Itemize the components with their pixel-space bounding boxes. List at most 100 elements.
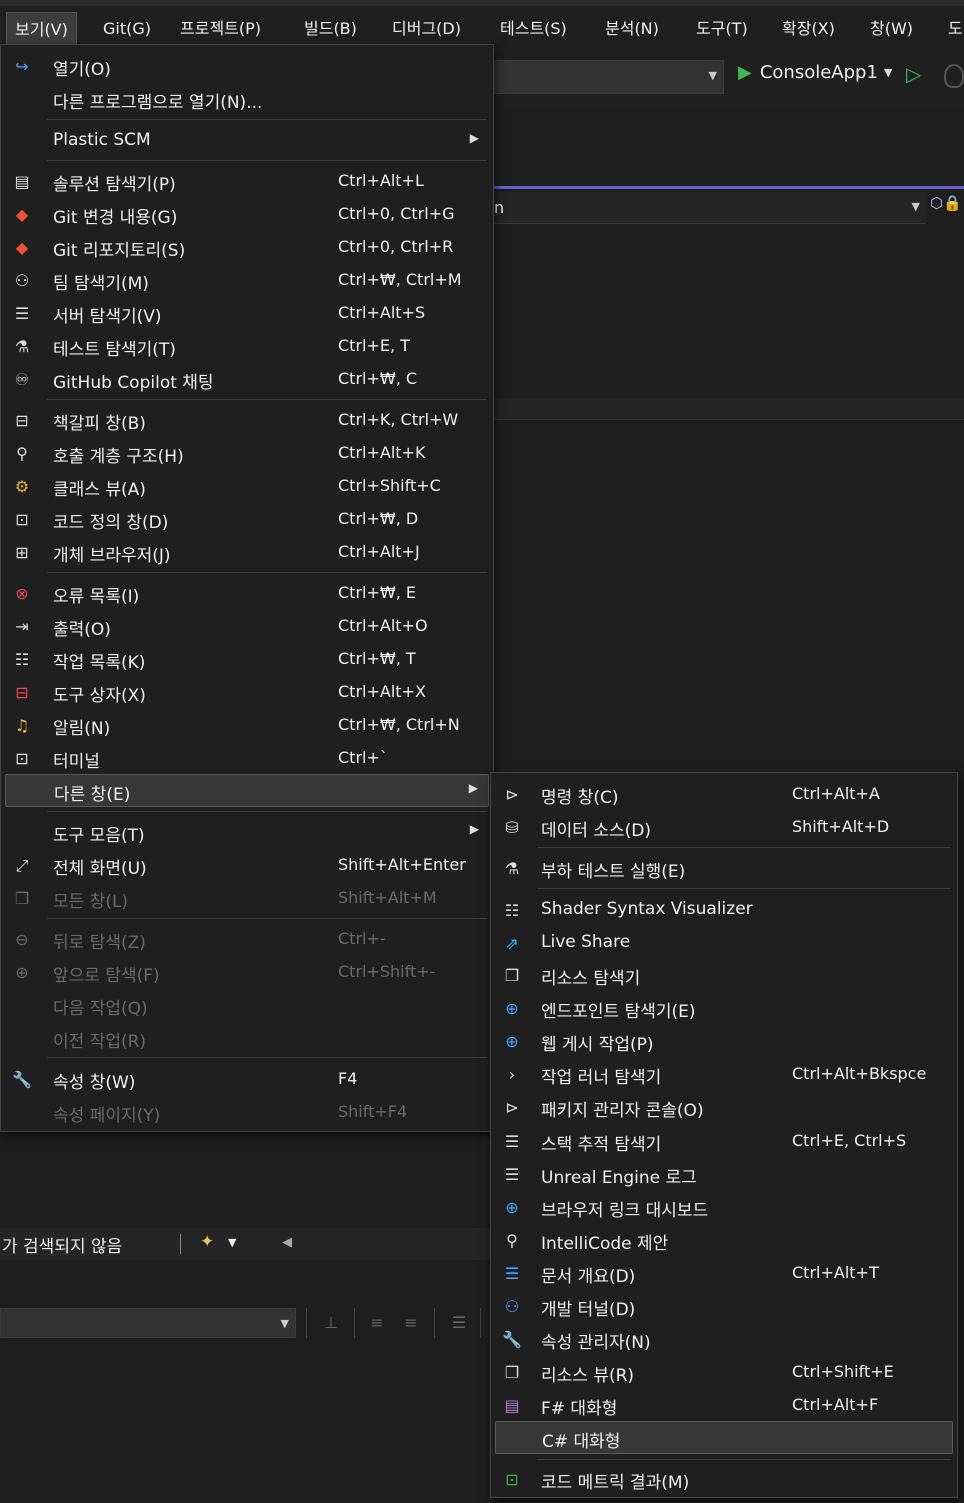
menu-item-terminal[interactable]: ⊡ 터미널 Ctrl+` (5, 742, 489, 775)
menu-item-task-list[interactable]: ☷ 작업 목록(K) Ctrl+₩, T (5, 643, 489, 676)
submenu-item-package-console[interactable]: ⊳ 패키지 관리자 콘솔(O) (495, 1091, 953, 1124)
task-list-icon: ☷ (14, 650, 30, 669)
menu-debug[interactable]: 디버그(D) (384, 12, 469, 46)
submenu-item-command-window[interactable]: ⊳ 명령 창(C) Ctrl+Alt+A (495, 778, 953, 811)
menu-extensions[interactable]: 확장(X) (774, 12, 843, 46)
menu-item-label: IntelliCode 제안 (541, 1234, 669, 1254)
submenu-item-task-runner[interactable]: › 작업 러너 탐색기 Ctrl+Alt+Bkspce (495, 1058, 953, 1091)
menu-view[interactable]: 보기(V) (6, 12, 77, 46)
submenu-item-resource-explorer[interactable]: ❐ 리소스 탐색기 (495, 959, 953, 992)
menu-window[interactable]: 창(W) (862, 12, 921, 46)
menu-build[interactable]: 빌드(B) (296, 12, 365, 46)
menu-item-label: 리소스 탐색기 (541, 969, 641, 989)
submenu-item-property-manager[interactable]: 🔧 속성 관리자(N) (495, 1323, 953, 1356)
submenu-item-load-test[interactable]: ⚗ 부하 테스트 실행(E) (495, 852, 953, 885)
menu-item-label: 팀 탐색기(M) (53, 274, 149, 294)
submenu-item-data-sources[interactable]: ⛁ 데이터 소스(D) Shift+Alt+D (495, 811, 953, 844)
submenu-item-unreal-log[interactable]: ☰ Unreal Engine 로그 (495, 1158, 953, 1191)
menu-item-shortcut: Ctrl+- (338, 929, 386, 948)
menu-item-label: Shader Syntax Visualizer (541, 899, 753, 919)
menu-item-navigate-forward[interactable]: ⊕ 앞으로 탐색(F) Ctrl+Shift+- (5, 956, 489, 989)
menu-git[interactable]: Git(G) (95, 12, 159, 46)
menu-item-copilot-chat[interactable]: ♾ GitHub Copilot 채팅 Ctrl+₩, C (5, 363, 489, 396)
submenu-item-web-publish[interactable]: ⊕ 웹 게시 작업(P) (495, 1025, 953, 1058)
submenu-item-document-outline[interactable]: ☰ 문서 개요(D) Ctrl+Alt+T (495, 1257, 953, 1290)
output-source-combo[interactable]: ▼ (0, 1308, 296, 1338)
menu-item-label: Live Share (541, 932, 631, 952)
menu-item-error-list[interactable]: ⊗ 오류 목록(I) Ctrl+₩, E (5, 577, 489, 610)
menu-item-open[interactable]: ↪ 열기(O) (5, 50, 489, 83)
submenu-item-code-metrics[interactable]: ⊡ 코드 메트릭 결과(M) (495, 1463, 953, 1496)
submenu-item-browser-link[interactable]: ⊕ 브라우저 링크 대시보드 (495, 1191, 953, 1224)
menu-item-full-screen[interactable]: ⤢ 전체 화면(U) Shift+Alt+Enter (5, 849, 489, 882)
find-message-icon[interactable]: ⊥ (318, 1310, 344, 1336)
menu-project[interactable]: 프로젝트(P) (172, 12, 269, 46)
clear-all-icon[interactable]: ☰ (446, 1310, 472, 1336)
submenu-item-intellicode[interactable]: ⚲ IntelliCode 제안 (495, 1224, 953, 1257)
menu-item-open-with[interactable]: 다른 프로그램으로 열기(N)... (5, 83, 489, 116)
menu-tools[interactable]: 도구(T) (688, 12, 756, 46)
menu-item-class-view[interactable]: ⚙ 클래스 뷰(A) Ctrl+Shift+C (5, 470, 489, 503)
menu-item-test-explorer[interactable]: ⚗ 테스트 탐색기(T) Ctrl+E, T (5, 330, 489, 363)
shader-visualizer-icon: ☷ (504, 901, 520, 920)
submenu-item-shader-visualizer[interactable]: ☷ Shader Syntax Visualizer (495, 894, 953, 927)
menu-item-shortcut: Ctrl+₩, E (338, 583, 416, 602)
menu-item-shortcut: Ctrl+Alt+Bkspce (792, 1064, 927, 1083)
menu-item-toolbox[interactable]: ⊟ 도구 상자(X) Ctrl+Alt+X (5, 676, 489, 709)
menu-item-output[interactable]: ⇥ 출력(O) Ctrl+Alt+O (5, 610, 489, 643)
menu-item-object-browser[interactable]: ⊞ 개체 브라우저(J) Ctrl+Alt+J (5, 536, 489, 569)
submenu-item-fsharp-interactive[interactable]: ▤ F# 대화형 Ctrl+Alt+F (495, 1389, 953, 1422)
menu-item-notifications[interactable]: ♫ 알림(N) Ctrl+₩, Ctrl+N (5, 709, 489, 742)
menu-item-label: 코드 정의 창(D) (53, 513, 169, 533)
menu-item-all-windows[interactable]: ❐ 모든 창(L) Shift+Alt+M (5, 882, 489, 915)
code-cleanup-icon[interactable]: ✦ (200, 1232, 214, 1252)
menu-item-git-changes[interactable]: ◆ Git 변경 내용(G) Ctrl+0, Ctrl+G (5, 198, 489, 231)
command-window-icon: ⊳ (505, 785, 519, 804)
menu-analyze[interactable]: 분석(N) (597, 12, 667, 46)
menu-item-call-hierarchy[interactable]: ⚲ 호출 계층 구조(H) Ctrl+Alt+K (5, 437, 489, 470)
scroll-left-icon[interactable]: ◀ (282, 1235, 292, 1250)
menu-item-bookmark-window[interactable]: ⊟ 책갈피 창(B) Ctrl+K, Ctrl+W (5, 404, 489, 437)
submenu-item-live-share[interactable]: ⇗ Live Share (495, 927, 953, 960)
code-cleanup-dropdown[interactable]: ▼ (228, 1236, 236, 1249)
menu-item-shortcut: Shift+F4 (338, 1102, 408, 1121)
menu-item-label: 출력(O) (53, 620, 111, 640)
member-lock-icon[interactable]: ⬡🔒 (930, 194, 964, 222)
menu-item-properties-window[interactable]: 🔧 속성 창(W) F4 (5, 1063, 489, 1096)
menu-item-next-task[interactable]: 다음 작업(Q) (5, 989, 489, 1022)
menu-item-team-explorer[interactable]: ⚇ 팀 탐색기(M) Ctrl+₩, Ctrl+M (5, 264, 489, 297)
menu-item-shortcut: Ctrl+Alt+T (792, 1263, 879, 1282)
submenu-item-stack-trace[interactable]: ☰ 스택 추적 탐색기 Ctrl+E, Ctrl+S (495, 1125, 953, 1158)
submenu-item-endpoint-explorer[interactable]: ⊕ 엔드포인트 탐색기(E) (495, 992, 953, 1025)
navigate-back-icon: ⊖ (15, 930, 29, 949)
menu-item-solution-explorer[interactable]: ▤ 솔루션 탐색기(P) Ctrl+Alt+L (5, 165, 489, 198)
start-without-debugging-button[interactable]: ▷ (906, 62, 921, 86)
menu-help[interactable]: 도 (940, 12, 964, 46)
previous-message-icon[interactable]: ≡ (364, 1310, 390, 1336)
menu-item-label: 알림(N) (53, 719, 111, 739)
menu-item-other-windows[interactable]: 다른 창(E) ▶ (5, 774, 489, 807)
start-debugging-button[interactable]: ▶ ConsoleApp1 (738, 62, 878, 92)
navigation-bar-combo[interactable]: n ▼ (494, 192, 926, 224)
next-message-icon[interactable]: ≡ (398, 1310, 424, 1336)
menu-item-shortcut: Ctrl+Shift+- (338, 962, 436, 981)
menu-item-navigate-back[interactable]: ⊖ 뒤로 탐색(Z) Ctrl+- (5, 923, 489, 956)
submenu-item-resource-view[interactable]: ❐ 리소스 뷰(R) Ctrl+Shift+E (495, 1356, 953, 1389)
submenu-item-dev-tunnels[interactable]: ⚇ 개발 터널(D) (495, 1290, 953, 1323)
solution-config-combo[interactable]: ▼ (494, 60, 724, 94)
menu-item-label: 작업 목록(K) (53, 653, 146, 673)
hot-reload-icon[interactable] (944, 64, 964, 88)
menu-item-toolbars[interactable]: 도구 모음(T) ▶ (5, 816, 489, 849)
menu-item-label: 다른 프로그램으로 열기(N)... (53, 93, 263, 113)
menu-item-git-repository[interactable]: ◆ Git 리포지토리(S) Ctrl+0, Ctrl+R (5, 231, 489, 264)
submenu-item-csharp-interactive[interactable]: C# 대화형 (495, 1421, 953, 1454)
menu-item-property-pages[interactable]: 속성 페이지(Y) Shift+F4 (5, 1096, 489, 1129)
menu-item-code-definition[interactable]: ⊡ 코드 정의 창(D) Ctrl+₩, D (5, 503, 489, 536)
menu-item-server-explorer[interactable]: ☰ 서버 탐색기(V) Ctrl+Alt+S (5, 297, 489, 330)
menu-test[interactable]: 테스트(S) (492, 12, 575, 46)
menu-item-shortcut: Ctrl+Alt+F (792, 1395, 879, 1414)
menu-item-plastic-scm[interactable]: Plastic SCM ▶ (5, 125, 489, 158)
run-target-dropdown[interactable]: ▼ (884, 66, 892, 79)
menu-item-shortcut: Ctrl+₩, D (338, 509, 419, 528)
menu-item-previous-task[interactable]: 이전 작업(R) (5, 1022, 489, 1055)
